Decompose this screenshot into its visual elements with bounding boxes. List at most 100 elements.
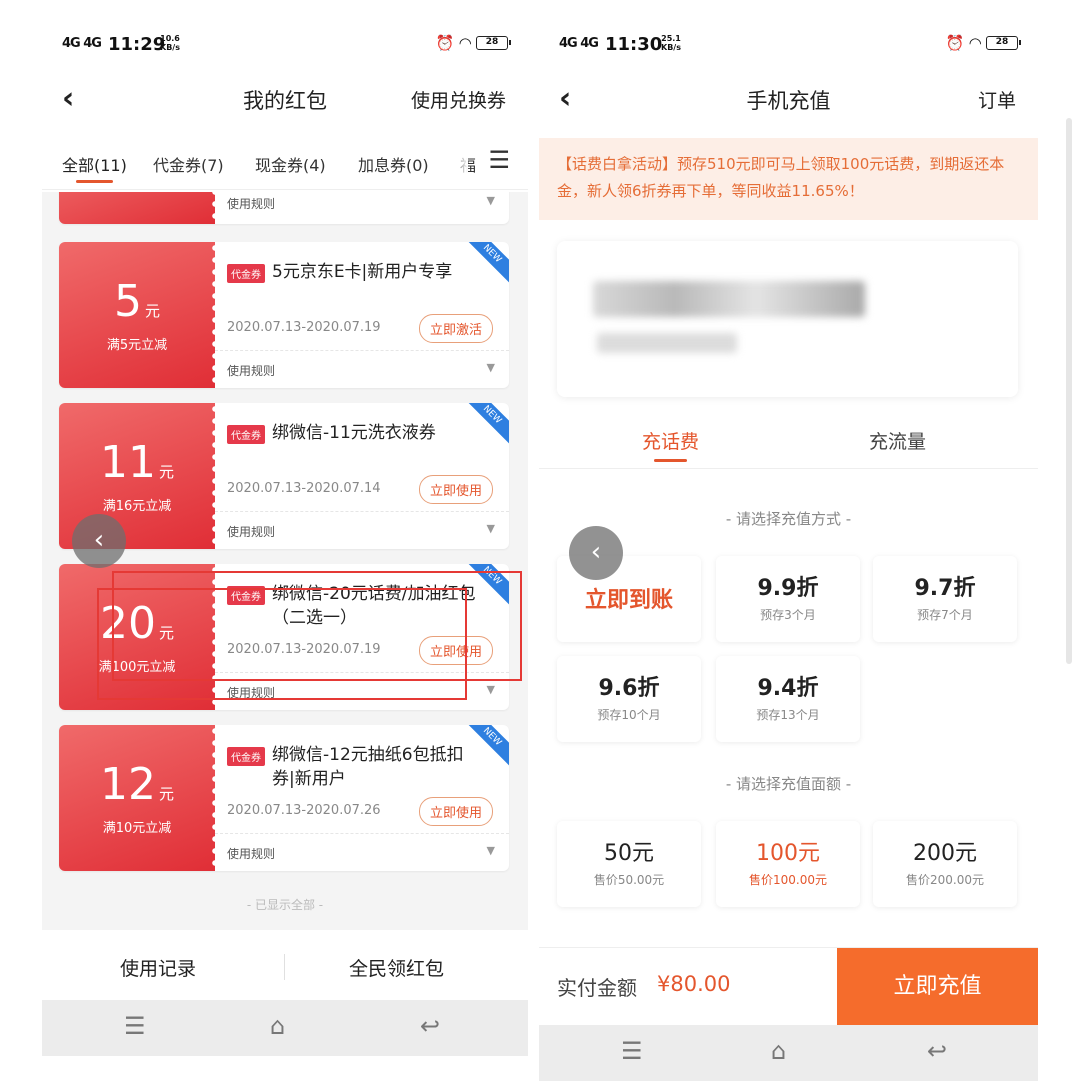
method-duration: 预存7个月 <box>917 608 973 622</box>
recharge-tabs: 充话费 充流量 <box>539 413 1038 469</box>
tab-voucher[interactable]: 代金券(7) <box>153 152 224 176</box>
coupon-unit: 元 <box>158 785 174 803</box>
home-icon[interactable]: ⌂ <box>771 1037 786 1065</box>
coupon-type-tag: 代金券 <box>227 747 265 766</box>
method-label: 立即到账 <box>584 588 673 613</box>
amount-price: 售价50.00元 <box>593 873 665 887</box>
chevron-down-icon: ▼ <box>486 844 495 857</box>
coupon-name: 5元京东E卡|新用户专享 <box>272 262 453 282</box>
coupon-condition: 满16元立减 <box>102 499 172 514</box>
orders-link[interactable]: 订单 <box>978 86 1016 113</box>
coupon-amount: 12 <box>99 759 156 810</box>
alarm-icon: ⏰ <box>435 34 455 52</box>
tab-interest[interactable]: 加息券(0) <box>358 152 429 176</box>
coupon-card-partial: 使用规则 ▼ <box>59 192 509 224</box>
coupon-date: 2020.07.13-2020.07.19 <box>227 320 381 335</box>
method-discount: 9.7折 <box>914 576 976 601</box>
promo-notice[interactable]: 【话费白拿活动】预存510元即可马上领取100元话费，到期返还本金，新人领6折券… <box>539 138 1038 220</box>
tab-all[interactable]: 全部(11) <box>62 152 127 183</box>
rules-label: 使用规则 <box>227 364 276 378</box>
pay-amount-value: ¥80.00 <box>657 972 731 996</box>
nav-bar: ‹ 我的红包 使用兑换券 <box>42 73 528 123</box>
coupon-rules[interactable]: 使用规则 ▼ <box>215 350 509 388</box>
coupon-unit: 元 <box>144 302 160 320</box>
method-duration: 预存10个月 <box>597 708 661 722</box>
coupon-card: 5元 满5元立减 代金券 5元京东E卡|新用户专享 2020.07.13-202… <box>59 242 509 388</box>
pay-amount-label: 实付金额 <box>557 976 637 1000</box>
coupon-type-tag: 代金券 <box>227 264 265 283</box>
phone-number-card[interactable] <box>557 241 1018 397</box>
scrollbar[interactable] <box>1066 118 1072 664</box>
coupon-type-tag: 代金券 <box>227 425 265 444</box>
activate-button[interactable]: 立即激活 <box>418 314 493 343</box>
method-option[interactable]: 9.9折 预存3个月 <box>716 556 860 642</box>
status-time: 11:29 <box>108 34 166 55</box>
signal-icon: 4G 4G <box>62 36 102 51</box>
method-duration: 预存13个月 <box>756 708 820 722</box>
bottom-action-bar: 使用记录 全民领红包 <box>42 932 528 1002</box>
coupon-name: 绑微信-11元洗衣液券 <box>272 423 436 443</box>
chevron-down-icon: ▼ <box>486 683 495 696</box>
method-option[interactable]: 9.6折 预存10个月 <box>557 656 701 742</box>
coupon-date: 2020.07.13-2020.07.26 <box>227 803 381 818</box>
tab-label: 全部(11) <box>62 156 127 175</box>
coupon-condition: 满10元立减 <box>102 821 172 836</box>
method-option[interactable]: 9.4折 预存13个月 <box>716 656 860 742</box>
floating-back-icon[interactable]: ‹ <box>72 514 126 568</box>
amount-option[interactable]: 200元 售价200.00元 <box>873 821 1017 907</box>
coupon-condition: 满5元立减 <box>106 338 168 353</box>
battery-icon: 28 <box>986 36 1021 50</box>
coupon-amount-box: 12 元 满10元立减 <box>59 725 219 871</box>
use-exchange-voucher-link[interactable]: 使用兑换券 <box>411 86 506 113</box>
back-icon[interactable]: ↩ <box>927 1037 947 1065</box>
usage-records-button[interactable]: 使用记录 <box>120 954 196 981</box>
home-icon[interactable]: ⌂ <box>270 1012 285 1040</box>
back-icon[interactable]: ↩ <box>420 1012 440 1040</box>
amount-value: 50元 <box>604 841 654 866</box>
amount-option-selected[interactable]: 100元 售价100.00元 <box>716 821 860 907</box>
method-option[interactable]: 9.7折 预存7个月 <box>873 556 1017 642</box>
page-title: 手机充值 <box>746 89 831 113</box>
coupon-rules[interactable]: 使用规则 ▼ <box>215 511 509 549</box>
coupon-amount-box: 5元 满5元立减 <box>59 242 219 388</box>
coupon-card: 12 元 满10元立减 代金券 绑微信-12元抽纸6包抵扣券|新用户 2020.0… <box>59 725 509 871</box>
red-packet-screen: 4G 4G 11:29 10.6 KB/s ⏰ ◠ 28 ‹ 我的红包 使用兑换… <box>42 28 528 1084</box>
method-discount: 9.4折 <box>757 676 819 701</box>
method-section-title: - 请选择充值方式 - <box>725 510 852 528</box>
floating-back-icon[interactable]: ‹ <box>569 526 623 580</box>
nav-bar: ‹ 手机充值 订单 <box>539 73 1038 123</box>
claim-red-packet-button[interactable]: 全民领红包 <box>349 954 444 981</box>
menu-icon[interactable]: ☰ <box>621 1037 643 1065</box>
recharge-now-button[interactable]: 立即充值 <box>837 948 1038 1026</box>
use-now-button[interactable]: 立即使用 <box>418 797 493 826</box>
highlight-box <box>97 588 467 700</box>
coupon-rules[interactable]: 使用规则 ▼ <box>215 192 509 222</box>
coupon-amount: 11 <box>99 437 156 488</box>
tab-active-indicator <box>76 180 113 183</box>
method-discount: 9.9折 <box>757 576 819 601</box>
coupon-amount: 5 <box>113 276 142 327</box>
amount-option[interactable]: 50元 售价50.00元 <box>557 821 701 907</box>
chevron-down-icon: ▼ <box>486 522 495 535</box>
battery-icon: 28 <box>476 36 511 50</box>
carrier-info-blurred <box>597 333 737 353</box>
tab-data[interactable]: 充流量 <box>869 427 926 454</box>
menu-icon[interactable]: ☰ <box>482 146 510 174</box>
tab-label: 充话费 <box>642 431 700 453</box>
use-now-button[interactable]: 立即使用 <box>418 475 493 504</box>
method-duration: 预存3个月 <box>760 608 816 622</box>
menu-icon[interactable]: ☰ <box>124 1012 146 1040</box>
amount-value: 100元 <box>756 841 820 866</box>
chevron-down-icon: ▼ <box>486 361 495 374</box>
amount-price: 售价100.00元 <box>749 873 827 887</box>
coupon-tabs: 全部(11) 代金券(7) 现金券(4) 加息券(0) 福 ☰ <box>42 138 528 190</box>
coupon-date: 2020.07.13-2020.07.14 <box>227 481 381 496</box>
tab-cash[interactable]: 现金券(4) <box>255 152 326 176</box>
chevron-down-icon: ▼ <box>486 194 495 207</box>
alarm-icon: ⏰ <box>945 34 965 52</box>
wifi-icon: ◠ <box>969 34 981 52</box>
tab-call-credit[interactable]: 充话费 <box>642 427 700 462</box>
system-nav-bar: ☰ ⌂ ↩ <box>539 1025 1038 1081</box>
coupon-rules[interactable]: 使用规则 ▼ <box>215 833 509 871</box>
network-speed: 10.6 KB/s <box>160 34 180 52</box>
